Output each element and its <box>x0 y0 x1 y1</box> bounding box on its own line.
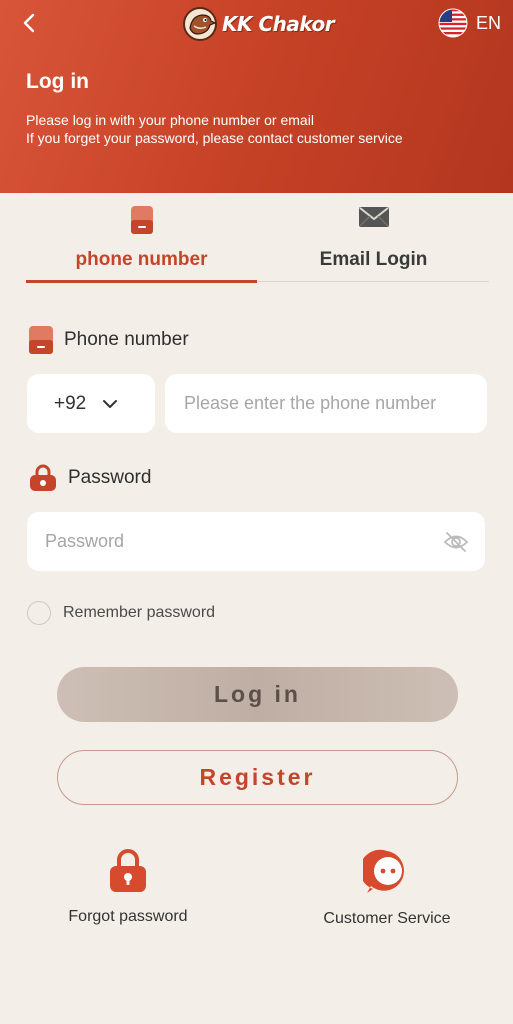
back-button[interactable] <box>14 8 44 38</box>
login-method-tabs: phone number Email Login <box>26 200 489 283</box>
remember-password-label: Remember password <box>63 604 216 621</box>
lock-icon <box>30 464 56 491</box>
language-code: EN <box>475 12 501 33</box>
tab-phone-number-label: phone number <box>75 249 208 270</box>
phone-icon <box>130 206 153 234</box>
phone-input-wrapper <box>165 374 487 433</box>
bird-logo-icon <box>183 7 217 41</box>
toggle-password-visibility[interactable] <box>443 531 469 553</box>
envelope-icon <box>358 207 389 227</box>
us-flag-icon <box>438 8 468 38</box>
phone-input[interactable] <box>184 393 487 414</box>
language-selector[interactable]: EN <box>438 8 501 38</box>
phone-label-text: Phone number <box>64 329 189 350</box>
tab-phone-number[interactable]: phone number <box>26 200 257 283</box>
password-input[interactable] <box>45 531 443 552</box>
forgot-password-label: Forgot password <box>68 908 188 925</box>
tab-email-login[interactable]: Email Login <box>258 200 489 282</box>
phone-field-label: Phone number <box>28 325 189 355</box>
login-button[interactable]: Log in <box>57 667 458 722</box>
password-label-text: Password <box>68 467 152 488</box>
brand-logo: KK Chakor <box>182 4 335 44</box>
customer-service-label: Customer Service <box>323 910 451 927</box>
forgot-password-link[interactable]: Forgot password <box>48 848 208 926</box>
remember-password-radio[interactable] <box>27 601 51 625</box>
page-subtitle: Please log in with your phone number or … <box>26 111 403 147</box>
page-title: Log in <box>26 70 89 93</box>
remember-password-option[interactable]: Remember password <box>27 601 215 625</box>
chevron-left-icon <box>23 13 35 33</box>
brand-name: KK Chakor <box>222 12 335 36</box>
customer-service-icon <box>363 849 404 893</box>
country-code-value: +92 <box>54 392 87 414</box>
subtitle-line-1: Please log in with your phone number or … <box>26 112 314 128</box>
password-input-wrapper <box>27 512 485 571</box>
country-code-select[interactable]: +92 <box>27 374 155 433</box>
customer-service-link[interactable]: Customer Service <box>307 848 467 928</box>
register-button[interactable]: Register <box>57 750 458 805</box>
lock-icon <box>110 849 146 892</box>
tab-email-login-label: Email Login <box>319 249 428 270</box>
chevron-down-icon <box>103 399 118 408</box>
subtitle-line-2: If you forget your password, please cont… <box>26 130 403 146</box>
header: KK Chakor EN Log in Please log in with y… <box>0 0 513 193</box>
eye-off-icon <box>443 531 469 552</box>
password-field-label: Password <box>28 463 151 493</box>
phone-icon <box>29 326 53 354</box>
